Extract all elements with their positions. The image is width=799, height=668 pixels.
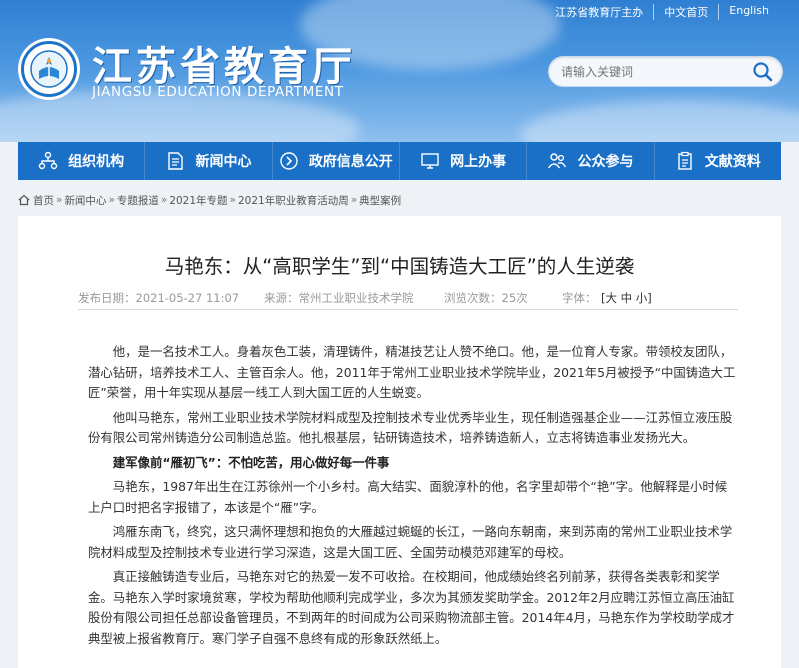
font-size-label: 字体： (562, 291, 597, 305)
search-input[interactable] (561, 63, 741, 81)
breadcrumb-item-vocational-week[interactable]: 2021年职业教育活动周 (238, 193, 349, 208)
breadcrumb-item-home[interactable]: 首页 (33, 193, 54, 208)
breadcrumb-separator: » (108, 194, 115, 206)
department-emblem-logo[interactable] (18, 38, 80, 100)
nav-label: 网上办事 (450, 154, 507, 170)
emblem-icon (30, 50, 68, 88)
nav-item-literature[interactable]: 文献资料 (655, 142, 781, 180)
article-paragraph: 鸿雁东南飞，终究，这只满怀理想和抱负的大雁越过蜿蜒的长江，一路向东朝南，来到苏南… (88, 524, 733, 560)
clipboard-icon (678, 151, 692, 170)
breadcrumb-separator: » (56, 194, 63, 206)
monitor-icon (421, 153, 439, 169)
nav-label: 政府信息公开 (308, 154, 393, 170)
home-icon (18, 194, 30, 206)
nav-item-organization[interactable]: 组织机构 (18, 142, 146, 180)
breadcrumb-separator: » (229, 194, 236, 206)
article-body: 他，是一名技术工人。身着灰色工装，清理铸件，精湛技艺让人赞不绝口。他，是一位育人… (88, 342, 738, 653)
font-size-switcher[interactable]: [大 中 小] (601, 290, 652, 306)
sponsor-text: 江苏省教育厅主办 (555, 6, 644, 19)
article-paragraph: 马艳东，1987年出生在江苏徐州一个小乡村。高大结实、面貌淳朴的他，名字里却带个… (88, 479, 728, 515)
nav-label: 公众参与 (577, 154, 634, 170)
breadcrumb-item-news-center[interactable]: 新闻中心 (64, 193, 106, 208)
main-nav: 组织机构 新闻中心 政府信息公开 网上办事 公众参与 文献资料 (18, 142, 781, 180)
breadcrumb-item-special-reports[interactable]: 专题报道 (117, 193, 159, 208)
english-link[interactable]: English (718, 4, 779, 20)
nav-label: 文献资料 (704, 154, 761, 170)
article-section-heading: 建军像前“雁初飞”：不怕吃苦，用心做好每一件事 (112, 454, 390, 470)
site-header: 江苏省教育厅主办 中文首页 English 江苏省教育厅 JIANGSU EDU… (0, 0, 799, 142)
people-icon (548, 153, 567, 169)
top-links: 江苏省教育厅主办 中文首页 English (545, 4, 779, 20)
breadcrumb-separator: » (160, 194, 168, 206)
view-count: 浏览次数：25次 (444, 291, 528, 305)
search-box (548, 56, 783, 87)
publish-date: 发布日期：2021-05-27 11:07 (78, 291, 240, 305)
breadcrumb-item-2021-topics[interactable]: 2021年专题 (169, 193, 227, 208)
site-subtitle: JIANGSU EDUCATION DEPARTMENT (92, 84, 344, 100)
article-paragraph: 他叫马艳东，常州工业职业技术学院材料成型及控制技术专业优秀毕业生，现任制造强基企… (88, 409, 733, 446)
chinese-home-link[interactable]: 中文首页 (653, 4, 718, 20)
search-icon[interactable] (752, 61, 774, 83)
breadcrumb-item-typical-cases[interactable]: 典型案例 (359, 193, 401, 208)
article-paragraph: 真正接触铸造专业后，马艳东对它的热爱一发不可收拾。在校期间，他成绩始终名列前茅，… (88, 569, 735, 646)
nav-item-news[interactable]: 新闻中心 (145, 142, 273, 180)
nav-item-gov-info[interactable]: 政府信息公开 (273, 142, 400, 180)
article-source: 来源：常州工业职业技术学院 (264, 291, 414, 305)
nav-label: 新闻中心 (195, 154, 252, 170)
article-meta: 发布日期：2021-05-27 11:07 来源：常州工业职业技术学院 浏览次数… (78, 282, 738, 310)
org-chart-icon (38, 151, 58, 170)
article-title: 马艳东：从“高职学生”到“中国铸造大工匠”的人生逆袭 (164, 255, 635, 278)
header-cloud-decoration (520, 100, 799, 142)
info-arrow-icon (280, 152, 298, 170)
article-container: 马艳东：从“高职学生”到“中国铸造大工匠”的人生逆袭 发布日期：2021-05-… (18, 216, 781, 668)
nav-item-online-services[interactable]: 网上办事 (400, 142, 528, 180)
breadcrumb-separator: » (350, 194, 358, 206)
nav-item-public-participation[interactable]: 公众参与 (527, 142, 655, 180)
font-size-options[interactable]: [大 中 小] (601, 291, 652, 305)
nav-label: 组织机构 (68, 154, 125, 170)
article-paragraph: 他，是一名技术工人。身着灰色工装，清理铸件，精湛技艺让人赞不绝口。他，是一位育人… (88, 344, 736, 400)
breadcrumb: 首页 » 新闻中心 » 专题报道 » 2021年专题 » 2021年职业教育活动… (18, 190, 781, 210)
document-icon (168, 152, 184, 170)
